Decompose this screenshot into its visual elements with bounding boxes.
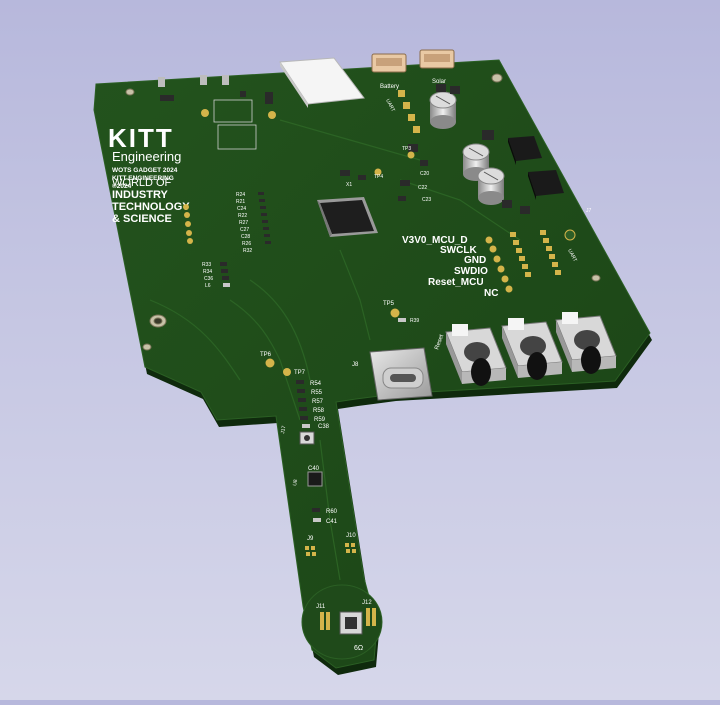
c24-label: C24: [237, 206, 246, 212]
c38-label: C38: [318, 424, 330, 430]
c27-label: C27: [240, 227, 249, 233]
pcb-scene: Battery Solar UART TP3 TP4 C22 C20 C23 X…: [93, 49, 652, 675]
tp5-label: TP5: [383, 301, 395, 307]
tp3-label: TP3: [402, 146, 411, 152]
j7-label: J7: [586, 208, 592, 214]
j12-label: J12: [362, 600, 372, 606]
world-line-4: & SCIENCE: [112, 213, 172, 225]
tp2-pad: [268, 111, 276, 119]
pcb-render: Battery Solar UART TP3 TP4 C22 C20 C23 X…: [0, 0, 720, 700]
world-line-1: WORLD OF: [112, 177, 172, 189]
c36-label: C36: [204, 276, 213, 282]
tp1-pad: [201, 109, 209, 117]
capacitor: [429, 91, 457, 129]
r33-label: R33: [202, 262, 211, 268]
r54-label: R54: [310, 381, 322, 387]
capacitor: [477, 167, 505, 205]
tp7-label: TP7: [294, 370, 306, 376]
j10-label: J10: [346, 533, 356, 539]
c40-label: C40: [308, 466, 320, 472]
j9-label: J9: [307, 536, 314, 542]
c23-label: C23: [422, 197, 431, 203]
battery-label: Battery: [380, 84, 399, 90]
logo-subtitle: Engineering: [112, 149, 181, 164]
r59-label: R59: [314, 417, 326, 423]
pin-label-swdio: SWDIO: [454, 266, 488, 277]
u8-label: U8: [292, 479, 299, 487]
tp6-label: TP6: [260, 352, 272, 358]
r27-label: R27: [239, 220, 248, 226]
j11-label: J11: [316, 604, 326, 610]
r58-label: R58: [313, 408, 325, 414]
tp4-label: TP4: [374, 174, 383, 180]
world-line-2: INDUSTRY: [112, 189, 168, 201]
r26-label: R26: [242, 241, 251, 247]
r34-label: R34: [203, 269, 212, 275]
l6-label: L6: [205, 283, 211, 289]
pin-label-gnd: GND: [464, 255, 486, 266]
r55-label: R55: [311, 390, 323, 396]
r22-label: R22: [238, 213, 247, 219]
r24-label: R24: [236, 192, 245, 198]
info-line-1: WOTS GADGET 2024: [112, 167, 178, 174]
c22-label: C22: [418, 185, 427, 191]
usb-label: J8: [352, 362, 359, 368]
c28-label: C28: [241, 234, 250, 240]
sensor-text: 6Ω: [354, 645, 363, 652]
c20-label: C20: [420, 171, 429, 177]
world-line-3: TECHNOLOGY: [112, 201, 190, 213]
x1-label: X1: [346, 182, 352, 188]
r21-label: R21: [236, 199, 245, 205]
r39-label: R39: [410, 318, 419, 324]
r57-label: R57: [312, 399, 324, 405]
pin-label-reset: Reset_MCU: [428, 277, 484, 288]
r60-label: R60: [326, 509, 338, 515]
c41-label: C41: [326, 519, 338, 525]
pin-label-nc: NC: [484, 288, 498, 299]
r32-label: R32: [243, 248, 252, 254]
sensor-pad: J11 J12 6Ω: [301, 584, 383, 660]
